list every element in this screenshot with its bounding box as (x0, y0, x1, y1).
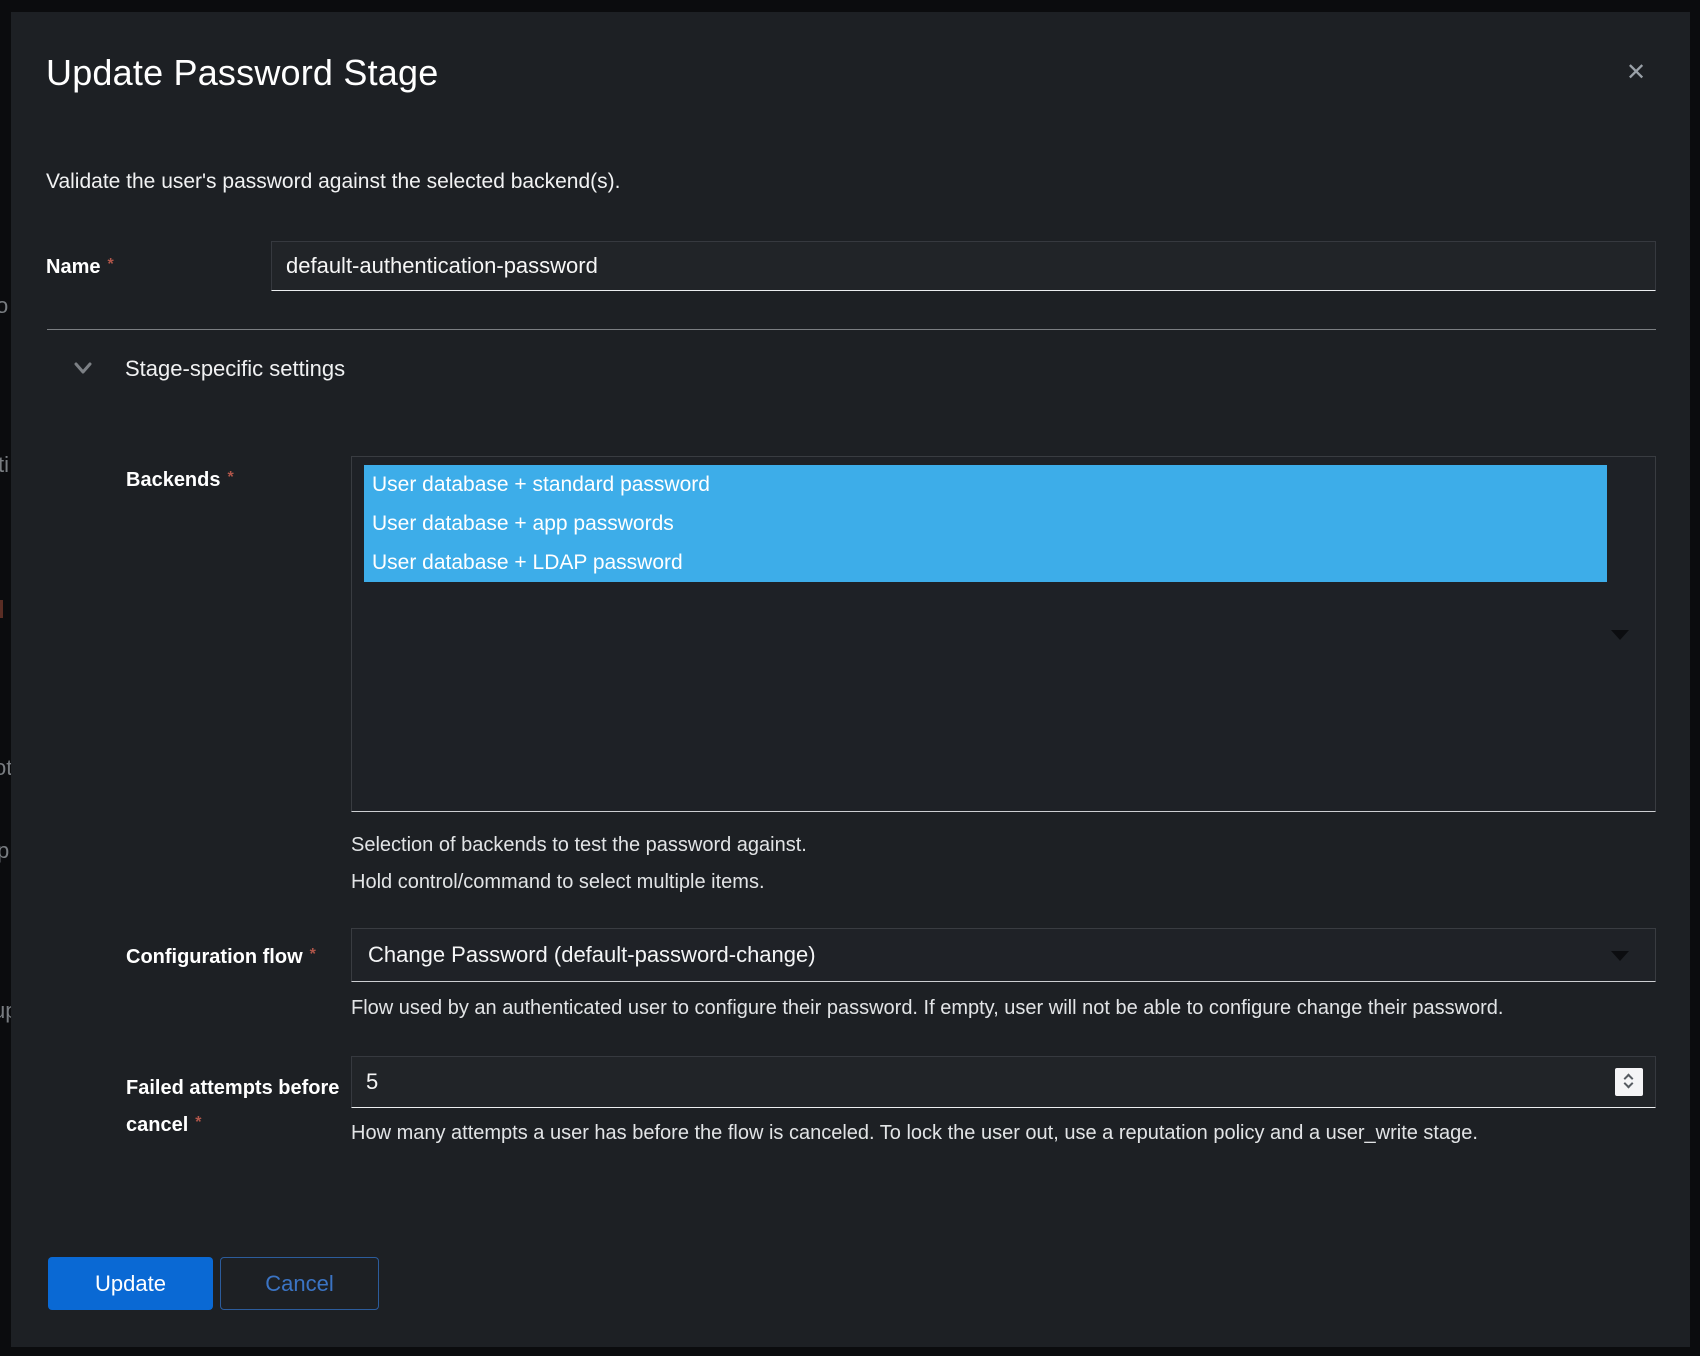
close-icon[interactable]: ✕ (1619, 56, 1653, 88)
configuration-flow-label: Configuration flow* (126, 944, 316, 972)
backends-option-selected[interactable]: User database + standard password (364, 465, 1607, 504)
backends-options: User database + standard password User d… (364, 465, 1607, 582)
backends-option-selected[interactable]: User database + LDAP password (364, 543, 1607, 582)
caret-down-icon (1611, 630, 1629, 640)
background-text-fragment: o (0, 293, 8, 319)
background-text-fragment: ti (0, 452, 9, 478)
background-accent-fragment (0, 600, 3, 618)
failed-attempts-input[interactable] (351, 1056, 1656, 1108)
caret-down-icon (1611, 951, 1629, 961)
section-divider (47, 329, 1656, 330)
chevron-down-icon (74, 361, 92, 378)
stage-settings-expander[interactable]: Stage-specific settings (74, 356, 345, 382)
failed-attempts-label: Failed attempts before cancel* (126, 1070, 362, 1145)
required-asterisk: * (310, 946, 316, 963)
number-stepper[interactable] (1615, 1068, 1643, 1096)
configuration-flow-help-text: Flow used by an authenticated user to co… (351, 995, 1504, 1021)
required-asterisk: * (195, 1114, 201, 1131)
page-title: Update Password Stage (46, 52, 438, 94)
cancel-button[interactable]: Cancel (220, 1257, 379, 1310)
name-label: Name* (46, 254, 114, 282)
backends-help-text: Hold control/command to select multiple … (351, 869, 765, 895)
stage-settings-label: Stage-specific settings (125, 356, 345, 382)
required-asterisk: * (228, 469, 234, 486)
backends-help-text: Selection of backends to test the passwo… (351, 832, 807, 858)
configuration-flow-select[interactable]: Change Password (default-password-change… (351, 928, 1656, 982)
required-asterisk: * (107, 256, 113, 273)
update-password-stage-modal: Update Password Stage ✕ Validate the use… (11, 12, 1690, 1347)
modal-description: Validate the user's password against the… (46, 170, 620, 194)
update-button[interactable]: Update (48, 1257, 213, 1310)
backends-option-selected[interactable]: User database + app passwords (364, 504, 1607, 543)
background-text-fragment: p (0, 838, 9, 864)
configuration-flow-value: Change Password (default-password-change… (368, 929, 816, 981)
backends-multiselect[interactable]: User database + standard password User d… (351, 456, 1656, 812)
name-input[interactable] (271, 241, 1656, 291)
failed-attempts-help-text: How many attempts a user has before the … (351, 1120, 1478, 1146)
stepper-down-icon[interactable] (1624, 1079, 1634, 1089)
backends-label: Backends* (126, 467, 234, 495)
